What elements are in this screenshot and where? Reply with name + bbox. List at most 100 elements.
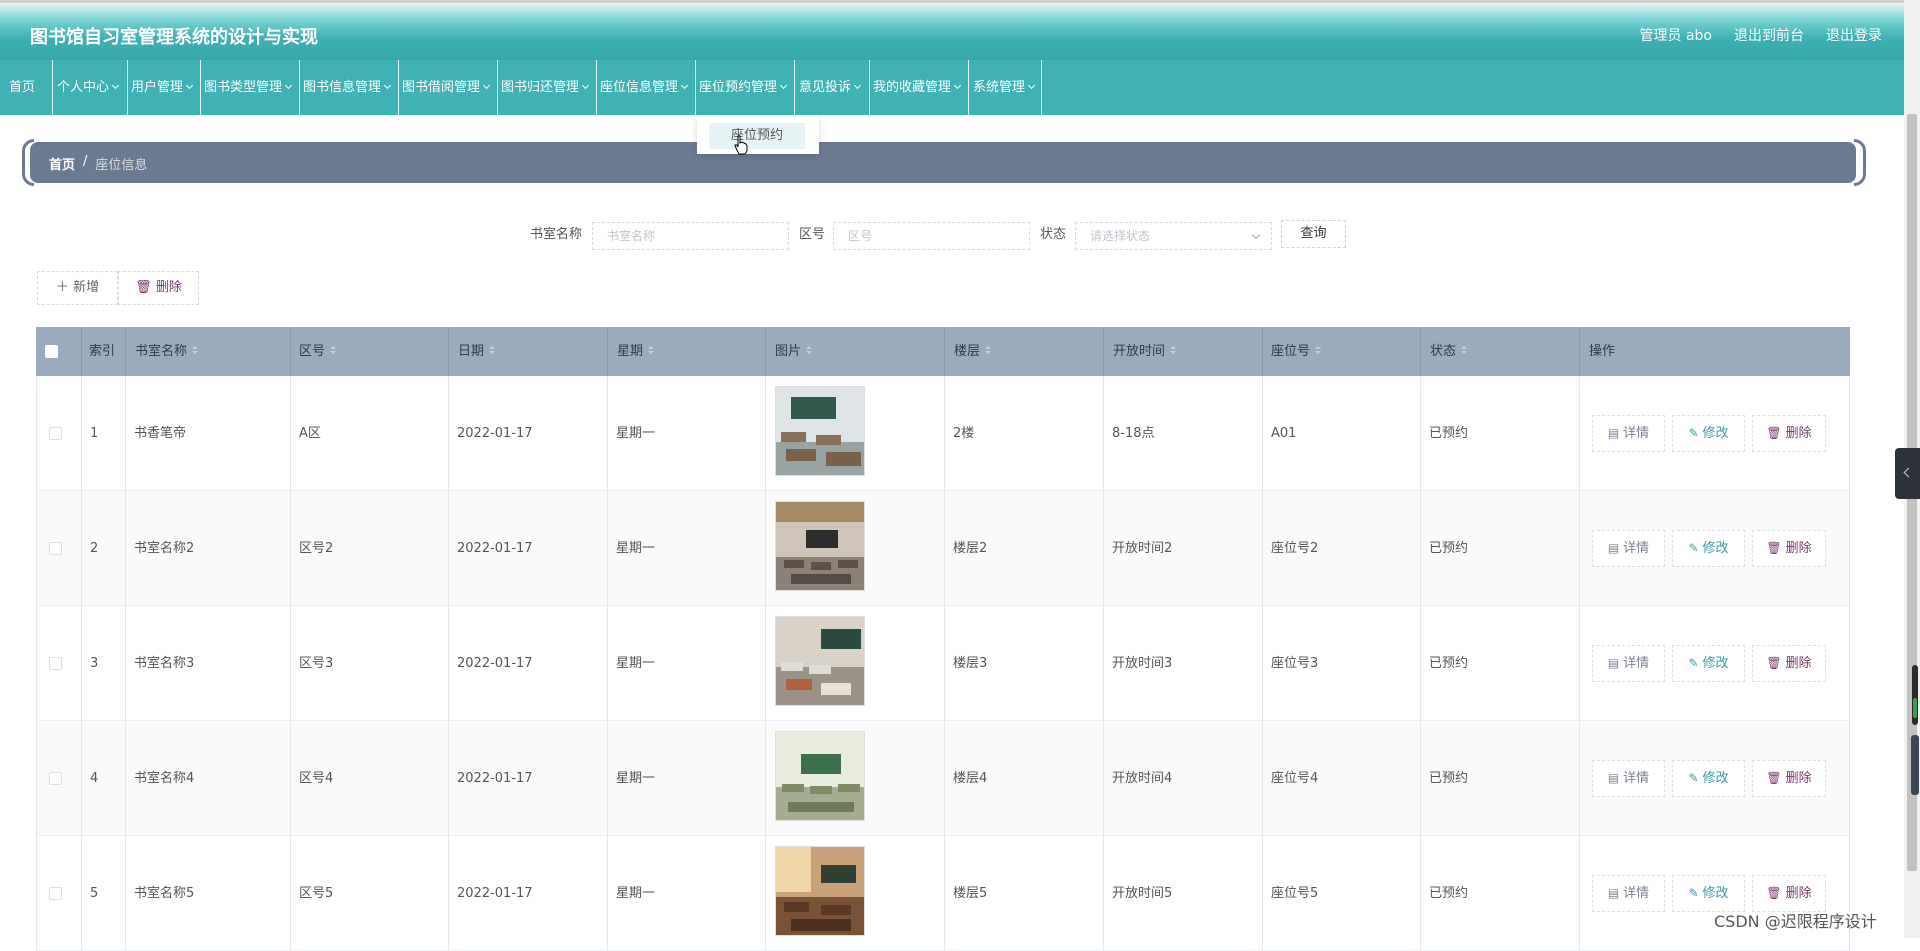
column-header-open-time[interactable]: 开放时间 xyxy=(1104,327,1177,376)
add-button[interactable]: ＋ 新增 xyxy=(37,271,118,305)
nav-item-favorites[interactable]: 我的收藏管理 xyxy=(873,60,962,115)
cell-date: 2022-01-17 xyxy=(457,541,533,556)
edit-button[interactable]: ✎ 修改 xyxy=(1672,760,1745,797)
nav-divider xyxy=(596,60,597,115)
sort-icon[interactable] xyxy=(192,346,199,356)
nav-divider xyxy=(299,60,300,115)
column-header-date[interactable]: 日期 xyxy=(449,327,496,376)
sort-icon[interactable] xyxy=(489,346,496,356)
delete-button[interactable]: 🗑 删除 xyxy=(1752,530,1826,567)
nav-item-book-borrow[interactable]: 图书借阅管理 xyxy=(402,60,491,115)
nav-item-system[interactable]: 系统管理 xyxy=(973,60,1036,115)
nav-item-label: 图书归还管理 xyxy=(501,80,580,95)
detail-button[interactable]: ▤ 详情 xyxy=(1592,875,1665,912)
zone-input[interactable]: 区号 xyxy=(833,222,1030,250)
row-checkbox[interactable] xyxy=(49,887,62,900)
nav-item-label: 座位信息管理 xyxy=(600,80,679,95)
room-thumbnail[interactable] xyxy=(775,386,865,476)
row-checkbox[interactable] xyxy=(49,772,62,785)
dropdown-item-seat-reservation[interactable]: 座位预约 xyxy=(709,123,805,149)
room-thumbnail[interactable] xyxy=(775,501,865,591)
detail-button[interactable]: ▤ 详情 xyxy=(1592,530,1665,567)
column-header-zone[interactable]: 区号 xyxy=(290,327,337,376)
column-header-label: 状态 xyxy=(1430,344,1457,359)
nav-item-book-info[interactable]: 图书信息管理 xyxy=(303,60,392,115)
column-header-room[interactable]: 书室名称 xyxy=(126,327,199,376)
nav-item-users[interactable]: 用户管理 xyxy=(131,60,194,115)
detail-button[interactable]: ▤ 详情 xyxy=(1592,645,1665,682)
classroom-photo-4 xyxy=(776,732,864,820)
breadcrumb: 首页 / 座位信息 xyxy=(49,154,147,173)
side-widget[interactable] xyxy=(1912,665,1918,725)
trash-icon: 🗑 xyxy=(1766,886,1782,900)
nav-item-complaints[interactable]: 意见投诉 xyxy=(799,60,862,115)
table-border xyxy=(36,376,37,951)
room-thumbnail[interactable] xyxy=(775,731,865,821)
row-checkbox[interactable] xyxy=(49,427,62,440)
classroom-photo-1 xyxy=(776,387,864,475)
edit-button[interactable]: ✎ 修改 xyxy=(1672,415,1745,452)
delete-button[interactable]: 🗑 删除 xyxy=(1752,875,1826,912)
nav-divider xyxy=(869,60,870,115)
status-select[interactable]: 请选择状态 xyxy=(1075,222,1272,250)
sort-icon[interactable] xyxy=(330,346,337,356)
cell-zone: 区号5 xyxy=(299,886,334,901)
table-row: 3 书室名称3 区号3 2022-01-17 星期一 楼层3 开放时间3 座位号… xyxy=(36,606,1850,721)
delete-button[interactable]: 🗑 删除 xyxy=(1752,645,1826,682)
detail-button[interactable]: ▤ 详情 xyxy=(1592,760,1665,797)
edit-button[interactable]: ✎ 修改 xyxy=(1672,875,1745,912)
nav-item-home[interactable]: 首页 xyxy=(9,60,35,115)
breadcrumb-current: 座位信息 xyxy=(95,158,148,173)
detail-button[interactable]: ▤ 详情 xyxy=(1592,415,1665,452)
admin-user-label[interactable]: 管理员 abo xyxy=(1640,25,1712,45)
cell-open-time: 8-18点 xyxy=(1112,426,1155,441)
column-header-weekday[interactable]: 星期 xyxy=(608,327,655,376)
side-widget[interactable] xyxy=(1911,735,1919,795)
batch-delete-button[interactable]: 🗑 删除 xyxy=(118,271,199,305)
query-button[interactable]: 查询 xyxy=(1281,220,1346,248)
column-divider xyxy=(1420,376,1421,951)
nav-item-seat-info[interactable]: 座位信息管理 xyxy=(600,60,689,115)
row-checkbox[interactable] xyxy=(49,542,62,555)
nav-item-profile[interactable]: 个人中心 xyxy=(57,60,120,115)
nav-item-seat-reservation[interactable]: 座位预约管理 xyxy=(699,60,788,115)
side-panel-toggle[interactable] xyxy=(1895,448,1920,499)
sort-icon[interactable] xyxy=(1315,346,1322,356)
breadcrumb-home[interactable]: 首页 xyxy=(49,154,75,173)
delete-button[interactable]: 🗑 删除 xyxy=(1752,760,1826,797)
nav-item-book-return[interactable]: 图书归还管理 xyxy=(501,60,590,115)
chevron-down-icon xyxy=(185,81,194,90)
cell-index: 5 xyxy=(90,886,99,901)
sort-icon[interactable] xyxy=(1170,346,1177,356)
sort-icon[interactable] xyxy=(648,346,655,356)
select-all-checkbox[interactable] xyxy=(45,345,58,358)
column-header-seat[interactable]: 座位号 xyxy=(1262,327,1322,376)
room-name-input[interactable]: 书室名称 xyxy=(592,222,789,250)
trash-icon: 🗑 xyxy=(1766,541,1782,555)
delete-button[interactable]: 🗑 删除 xyxy=(1752,415,1826,452)
column-header-label: 图片 xyxy=(775,344,802,359)
edit-button[interactable]: ✎ 修改 xyxy=(1672,530,1745,567)
sort-icon[interactable] xyxy=(1461,346,1468,356)
column-divider xyxy=(81,327,82,376)
room-thumbnail[interactable] xyxy=(775,846,865,936)
logout-link[interactable]: 退出登录 xyxy=(1826,25,1882,45)
back-to-front-link[interactable]: 退出到前台 xyxy=(1734,25,1804,45)
cell-status: 已预约 xyxy=(1429,886,1469,901)
column-header-status[interactable]: 状态 xyxy=(1421,327,1468,376)
detail-label: 详情 xyxy=(1623,771,1650,786)
nav-item-book-types[interactable]: 图书类型管理 xyxy=(204,60,293,115)
row-checkbox[interactable] xyxy=(49,657,62,670)
trash-icon: 🗑 xyxy=(1766,656,1782,670)
column-divider xyxy=(765,327,766,376)
breadcrumb-separator: / xyxy=(83,154,88,169)
sort-icon[interactable] xyxy=(985,346,992,356)
room-thumbnail[interactable] xyxy=(775,616,865,706)
sort-icon[interactable] xyxy=(806,346,813,356)
cell-date: 2022-01-17 xyxy=(457,771,533,786)
status-label: 状态 xyxy=(1040,227,1067,242)
edit-button[interactable]: ✎ 修改 xyxy=(1672,645,1745,682)
column-header-floor[interactable]: 楼层 xyxy=(945,327,992,376)
detail-label: 详情 xyxy=(1623,886,1650,901)
column-header-image[interactable]: 图片 xyxy=(766,327,813,376)
